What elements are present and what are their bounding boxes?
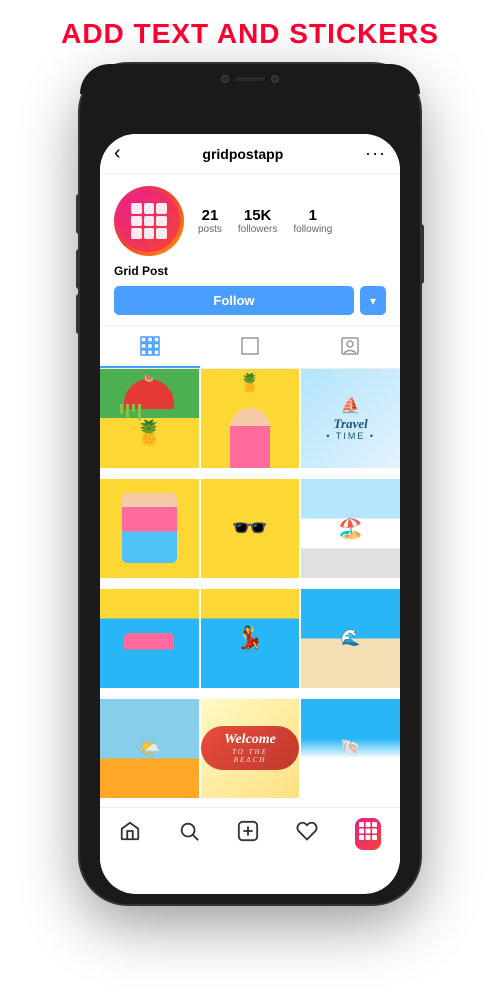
phone-notch bbox=[210, 71, 290, 87]
single-tab-icon bbox=[240, 336, 260, 356]
following-stat: 1 following bbox=[293, 207, 332, 235]
profile-name: Grid Post bbox=[100, 264, 400, 286]
grid-cell-12: 🐚 bbox=[301, 699, 400, 798]
ig-grid: 🍉 🍍 🍍 bbox=[100, 369, 400, 807]
travel-text: Travel bbox=[334, 416, 368, 432]
ig-stats: 21 posts 15K followers 1 following bbox=[198, 207, 386, 235]
grid-cell-6: 🏖️ bbox=[301, 479, 400, 578]
heart-icon[interactable] bbox=[296, 820, 318, 848]
tab-grid[interactable] bbox=[100, 326, 200, 368]
grid-cell-5: 🕶️ bbox=[201, 479, 300, 578]
posts-label: posts bbox=[198, 224, 222, 235]
dropdown-button[interactable]: ▾ bbox=[360, 286, 386, 315]
welcome-sub: TO THE BEACH bbox=[215, 748, 286, 764]
followers-stat: 15K followers bbox=[238, 207, 277, 235]
phone-camera bbox=[221, 75, 229, 83]
grid-cell-3: ⛵ Travel • TIME • bbox=[301, 369, 400, 468]
grid-cell-2: 🍍 bbox=[201, 369, 300, 468]
grid-cell-11: Welcome TO THE BEACH bbox=[201, 699, 300, 798]
grid-cell-10: 🌤️ bbox=[100, 699, 199, 798]
followers-count: 15K bbox=[244, 207, 272, 224]
grid-tab-icon bbox=[140, 336, 160, 356]
tab-single[interactable] bbox=[200, 326, 300, 368]
grid-post-logo bbox=[131, 203, 167, 239]
phone-speaker bbox=[235, 77, 265, 81]
grid-cell-8: 💃 bbox=[201, 589, 300, 688]
tagged-tab-icon bbox=[340, 336, 360, 356]
phone-shell: ‹ gridpostapp ··· 2 bbox=[80, 64, 420, 904]
phone-screen: ‹ gridpostapp ··· 2 bbox=[100, 134, 400, 894]
page-header: ADD TEXT AND STICKERS bbox=[0, 0, 500, 64]
add-icon[interactable] bbox=[237, 820, 259, 848]
posts-stat: 21 posts bbox=[198, 207, 222, 235]
avatar bbox=[114, 186, 184, 256]
followers-label: followers bbox=[238, 224, 277, 235]
ig-actions: Follow ▾ bbox=[100, 286, 400, 325]
screen-inner: ‹ gridpostapp ··· 2 bbox=[100, 134, 400, 864]
ig-tabs bbox=[100, 325, 400, 369]
grid-cell-1: 🍉 🍍 bbox=[100, 369, 199, 468]
ig-nav: ‹ gridpostapp ··· bbox=[100, 134, 400, 174]
tab-tagged[interactable] bbox=[300, 326, 400, 368]
avatar-inner bbox=[118, 190, 180, 252]
grid-app-icon[interactable] bbox=[355, 818, 381, 850]
phone-camera-2 bbox=[271, 75, 279, 83]
page-title: ADD TEXT AND STICKERS bbox=[10, 18, 490, 50]
travel-subtext: • TIME • bbox=[326, 431, 375, 441]
ig-profile: 21 posts 15K followers 1 following bbox=[100, 174, 400, 264]
ig-username: gridpostapp bbox=[202, 146, 283, 162]
home-icon[interactable] bbox=[119, 820, 141, 848]
more-options-button[interactable]: ··· bbox=[365, 143, 386, 164]
grid-cell-4 bbox=[100, 479, 199, 578]
follow-button[interactable]: Follow bbox=[114, 286, 354, 315]
welcome-sticker: Welcome TO THE BEACH bbox=[201, 726, 300, 770]
following-count: 1 bbox=[309, 207, 317, 224]
grid-cell-9: 🌊 bbox=[301, 589, 400, 688]
grid-cell-7 bbox=[100, 589, 199, 688]
search-icon[interactable] bbox=[178, 820, 200, 848]
ig-bottom-nav bbox=[100, 807, 400, 864]
phone-top-bar bbox=[80, 64, 420, 94]
welcome-text: Welcome bbox=[215, 732, 286, 748]
back-button[interactable]: ‹ bbox=[114, 142, 121, 165]
posts-count: 21 bbox=[202, 207, 219, 224]
following-label: following bbox=[293, 224, 332, 235]
